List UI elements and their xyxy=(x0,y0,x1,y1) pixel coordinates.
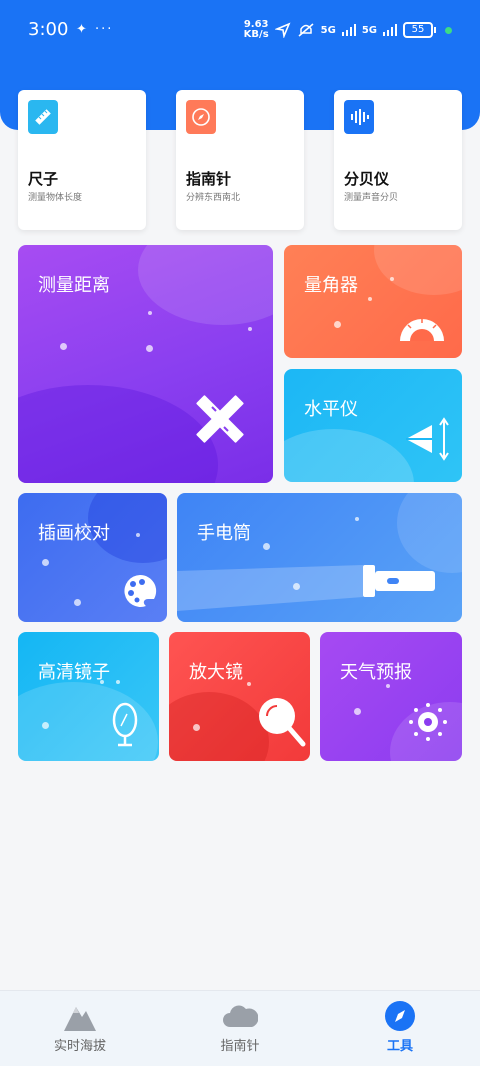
tile-magnifier[interactable]: 放大镜 xyxy=(169,632,310,761)
tile-level[interactable]: 水平仪 xyxy=(284,369,462,482)
privacy-dot xyxy=(445,26,452,34)
tile-label: 量角器 xyxy=(304,275,358,296)
mountain-icon xyxy=(64,1007,96,1031)
nav-compass[interactable]: 指南针 xyxy=(160,991,320,1066)
compass-icon xyxy=(385,1001,415,1031)
nav-label: 实时海拔 xyxy=(53,1039,106,1054)
magnifier-icon xyxy=(259,698,306,747)
tool-card-compass[interactable]: 指南针 分辨东西南北 xyxy=(176,90,304,230)
signal-icon-2 xyxy=(383,24,397,36)
tile-label: 高清镜子 xyxy=(38,662,110,683)
tile-label: 放大镜 xyxy=(189,662,243,683)
ruler-pencil-icon xyxy=(196,395,244,443)
tile-label: 手电筒 xyxy=(197,523,251,544)
nav-label: 工具 xyxy=(386,1039,413,1054)
flashlight-icon xyxy=(177,565,435,611)
status-time: 3:00 xyxy=(28,19,69,40)
tile-label: 天气预报 xyxy=(340,662,412,683)
decibel-icon xyxy=(344,100,374,134)
tile-weather[interactable]: 天气预报 xyxy=(320,632,462,761)
nav-altitude[interactable]: 实时海拔 xyxy=(0,991,160,1066)
tool-card-decibel[interactable]: 分贝仪 测量声音分贝 xyxy=(334,90,462,230)
tool-desc: 分辨东西南北 xyxy=(186,193,241,203)
network-speed: 9.63 KB/s xyxy=(243,19,269,40)
signal-icon xyxy=(341,24,356,36)
cloud-icon xyxy=(223,1005,258,1027)
nav-tools[interactable]: 工具 xyxy=(320,991,480,1066)
tile-label: 测量距离 xyxy=(38,275,110,296)
compass-icon xyxy=(186,100,216,134)
tool-title: 分贝仪 xyxy=(344,170,390,188)
tool-title: 指南针 xyxy=(186,170,232,188)
location-icon xyxy=(274,22,291,38)
mirror-icon xyxy=(112,702,138,747)
palette-icon xyxy=(124,574,157,607)
tile-measure-distance[interactable]: 测量距离 xyxy=(18,245,273,483)
status-bar: 3:00 ✦ ··· 9.63 KB/s 5G 5G 55 xyxy=(0,0,480,60)
protractor-icon xyxy=(400,319,444,341)
ruler-icon xyxy=(28,100,58,134)
mute-icon xyxy=(298,23,314,37)
sun-icon xyxy=(409,703,447,741)
tile-label: 水平仪 xyxy=(304,399,358,420)
tool-card-ruler[interactable]: 尺子 测量物体长度 xyxy=(18,90,146,230)
notification-icons: ✦ ··· xyxy=(76,22,114,37)
level-icon xyxy=(406,417,449,461)
net-label-2: 5G xyxy=(361,24,377,36)
tile-protractor[interactable]: 量角器 xyxy=(284,245,462,358)
tile-label: 插画校对 xyxy=(38,523,110,544)
nav-label: 指南针 xyxy=(220,1039,260,1054)
tile-flashlight[interactable]: 手电筒 xyxy=(177,493,462,622)
net-label-1: 5G xyxy=(320,24,336,36)
battery-indicator: 55 xyxy=(403,22,436,38)
tool-desc: 测量物体长度 xyxy=(28,193,83,203)
tool-desc: 测量声音分贝 xyxy=(344,193,399,203)
tool-title: 尺子 xyxy=(28,170,59,188)
tile-illustration-proof[interactable]: 插画校对 xyxy=(18,493,167,622)
bottom-navigation: 实时海拔 指南针 工具 xyxy=(0,990,480,1066)
tile-mirror[interactable]: 高清镜子 xyxy=(18,632,159,761)
